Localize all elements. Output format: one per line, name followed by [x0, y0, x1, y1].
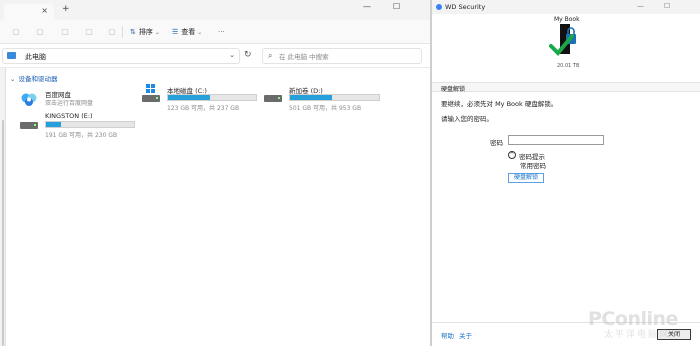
desktop: × + — ☐ ▢ ▢ ▢ ▢ ▢ ⇅ 排序 ⌄ ☰ 查看 ⌄ ··· 此电脑 ⌄ ↻ [0, 0, 700, 346]
close-button[interactable]: 关闭 [657, 329, 691, 340]
drive-usage-bar [289, 94, 380, 101]
copy-icon[interactable]: ▢ [35, 26, 45, 37]
rename-icon[interactable]: ▢ [84, 26, 94, 37]
navigation-pane-scrollbar[interactable] [0, 68, 6, 346]
chevron-down-icon: ⌄ [197, 29, 203, 36]
wd-window-title: WD Security [445, 3, 486, 11]
view-icon: ☰ [172, 28, 179, 36]
enter-password-message: 请输入您的密码。 [441, 115, 493, 123]
drive-usage-bar [167, 94, 257, 101]
password-input[interactable] [508, 135, 604, 145]
drive-item-e[interactable]: KINGSTON (E:) 191 GB 可用，共 230 GB [20, 112, 140, 139]
more-options-icon[interactable]: ··· [218, 26, 225, 38]
sort-icon: ⇅ [130, 28, 136, 36]
drive-item-baidu[interactable]: 百度网盘 双击运行百度网盘 [20, 88, 130, 112]
device-capacity: 20.01 TB [557, 63, 580, 69]
file-explorer-window: × + — ☐ ▢ ▢ ▢ ▢ ▢ ⇅ 排序 ⌄ ☰ 查看 ⌄ ··· 此电脑 ⌄ ↻ [0, 0, 430, 346]
refresh-icon[interactable]: ↻ [244, 50, 252, 60]
chevron-up-icon[interactable]: ^ [508, 151, 516, 159]
search-input[interactable] [279, 51, 419, 62]
search-icon: ⌕ [268, 51, 273, 60]
sort-button[interactable]: ⇅ 排序 ⌄ [130, 26, 160, 38]
drive-subtitle: 501 GB 可用，共 953 GB [289, 105, 362, 112]
password-hint-value: 常用密码 [520, 162, 546, 170]
explorer-toolbar: ▢ ▢ ▢ ▢ ▢ ⇅ 排序 ⌄ ☰ 查看 ⌄ ··· [0, 20, 430, 44]
hard-drive-icon [142, 95, 160, 102]
explorer-title-bar: × + — ☐ [0, 0, 430, 20]
section-header: 硬盘解锁 [432, 82, 700, 93]
explorer-tab[interactable]: × [4, 4, 54, 20]
wd-security-window: WD Security — ☐ My Book 20.01 TB 硬盘解锁 要继… [432, 0, 700, 346]
drive-usage-bar [45, 121, 135, 128]
search-box[interactable]: ⌕ [262, 48, 422, 64]
explorer-content: ⌄ 设备和驱动器 百度网盘 双击运行百度网盘 本地磁盘 (C:) 123 GB … [0, 68, 430, 346]
about-link[interactable]: 关于 [459, 330, 472, 340]
password-label: 密码 [490, 139, 503, 147]
scrollbar-thumb[interactable] [2, 120, 4, 346]
footer-divider [432, 322, 700, 323]
help-link[interactable]: 帮助 [441, 330, 454, 340]
maximize-icon[interactable]: ☐ [393, 2, 400, 11]
view-button[interactable]: ☰ 查看 ⌄ [172, 26, 202, 38]
unlock-drive-button[interactable]: 硬盘解锁 [508, 173, 544, 183]
chevron-down-icon[interactable]: ⌄ [229, 51, 235, 59]
locked-drive-icon [549, 24, 576, 56]
paste-icon[interactable]: ▢ [60, 26, 70, 37]
drive-subtitle: 双击运行百度网盘 [45, 100, 94, 107]
drive-item-d[interactable]: 新加卷 (D:) 501 GB 可用，共 953 GB [264, 84, 384, 112]
usb-drive-icon [20, 122, 38, 129]
windows-logo-icon [146, 84, 155, 93]
minimize-icon[interactable]: — [363, 2, 371, 11]
address-path[interactable]: 此电脑 [25, 52, 46, 62]
drive-name: KINGSTON (E:) [45, 112, 93, 120]
section-header-title: 硬盘解锁 [441, 86, 466, 93]
section-header-devices[interactable]: ⌄ 设备和驱动器 [10, 73, 57, 83]
minimize-icon[interactable]: — [637, 2, 644, 10]
cloud-icon [21, 93, 37, 106]
unlock-message: 要继续，必须先对 My Book 硬盘解锁。 [441, 100, 558, 108]
maximize-icon[interactable]: ☐ [664, 2, 670, 10]
drive-subtitle: 191 GB 可用，共 230 GB [45, 132, 118, 139]
drive-usage-fill [46, 122, 61, 127]
hard-drive-icon [264, 95, 282, 102]
close-tab-icon[interactable]: × [41, 6, 48, 15]
toolbar-divider [122, 26, 123, 38]
drive-usage-fill [168, 95, 211, 100]
address-bar[interactable]: 此电脑 ⌄ [2, 48, 240, 64]
drive-subtitle: 123 GB 可用，共 237 GB [167, 105, 240, 112]
this-pc-icon [7, 52, 16, 59]
new-tab-icon[interactable]: + [62, 4, 70, 14]
drive-item-c[interactable]: 本地磁盘 (C:) 123 GB 可用，共 237 GB [142, 84, 262, 112]
wd-title-bar: WD Security — ☐ [432, 0, 700, 14]
chevron-down-icon: ⌄ [10, 75, 16, 83]
address-row: 此电脑 ⌄ ↻ ⌕ [0, 44, 430, 68]
chevron-down-icon: ⌄ [154, 29, 160, 36]
wd-logo-icon [436, 4, 442, 10]
cut-icon[interactable]: ▢ [11, 26, 21, 37]
drive-usage-fill [290, 95, 332, 100]
delete-icon[interactable]: ▢ [107, 26, 117, 37]
